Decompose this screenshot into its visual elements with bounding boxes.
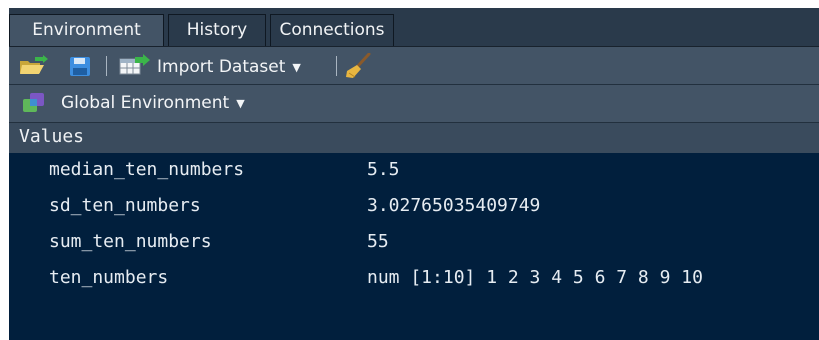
variable-value: 3.02765035409749 — [367, 195, 541, 216]
list-item[interactable]: sum_ten_numbers 55 — [9, 225, 819, 261]
tab-connections[interactable]: Connections — [270, 14, 394, 46]
import-dataset-icon — [119, 54, 151, 80]
variable-value: num [1:10] 1 2 3 4 5 6 7 8 9 10 — [367, 267, 703, 288]
environment-selector[interactable]: Global Environment ▼ — [9, 85, 819, 123]
tab-history[interactable]: History — [168, 14, 266, 46]
environment-label: Global Environment — [61, 93, 230, 113]
list-item[interactable]: ten_numbers num [1:10] 1 2 3 4 5 6 7 8 9… — [9, 261, 819, 297]
variable-name: ten_numbers — [49, 267, 169, 288]
variable-name: sum_ten_numbers — [49, 231, 212, 252]
toolbar-separator — [336, 56, 337, 76]
environment-pane: Environment History Connections Import D… — [9, 8, 819, 340]
toolbar-separator — [106, 56, 107, 76]
floppy-disk-icon[interactable] — [70, 57, 90, 76]
import-dataset-label: Import Dataset — [157, 57, 286, 77]
tab-environment[interactable]: Environment — [9, 14, 164, 46]
variable-value: 55 — [367, 231, 389, 252]
import-dataset-button[interactable]: Import Dataset ▼ — [119, 54, 301, 80]
values-section-header[interactable]: Values — [9, 123, 819, 153]
global-env-icon — [23, 93, 45, 113]
chevron-down-icon: ▼ — [292, 60, 301, 74]
toolbar: Import Dataset ▼ — [9, 47, 819, 85]
variable-name: median_ten_numbers — [49, 159, 245, 180]
chevron-down-icon: ▼ — [236, 96, 245, 110]
values-header-label: Values — [19, 126, 85, 147]
list-item[interactable]: median_ten_numbers 5.5 — [9, 153, 819, 189]
list-item[interactable]: sd_ten_numbers 3.02765035409749 — [9, 189, 819, 225]
variable-value: 5.5 — [367, 159, 400, 180]
tab-bar: Environment History Connections — [9, 8, 819, 47]
folder-open-icon[interactable] — [18, 55, 48, 77]
broom-icon[interactable] — [345, 53, 371, 79]
variable-name: sd_ten_numbers — [49, 195, 201, 216]
